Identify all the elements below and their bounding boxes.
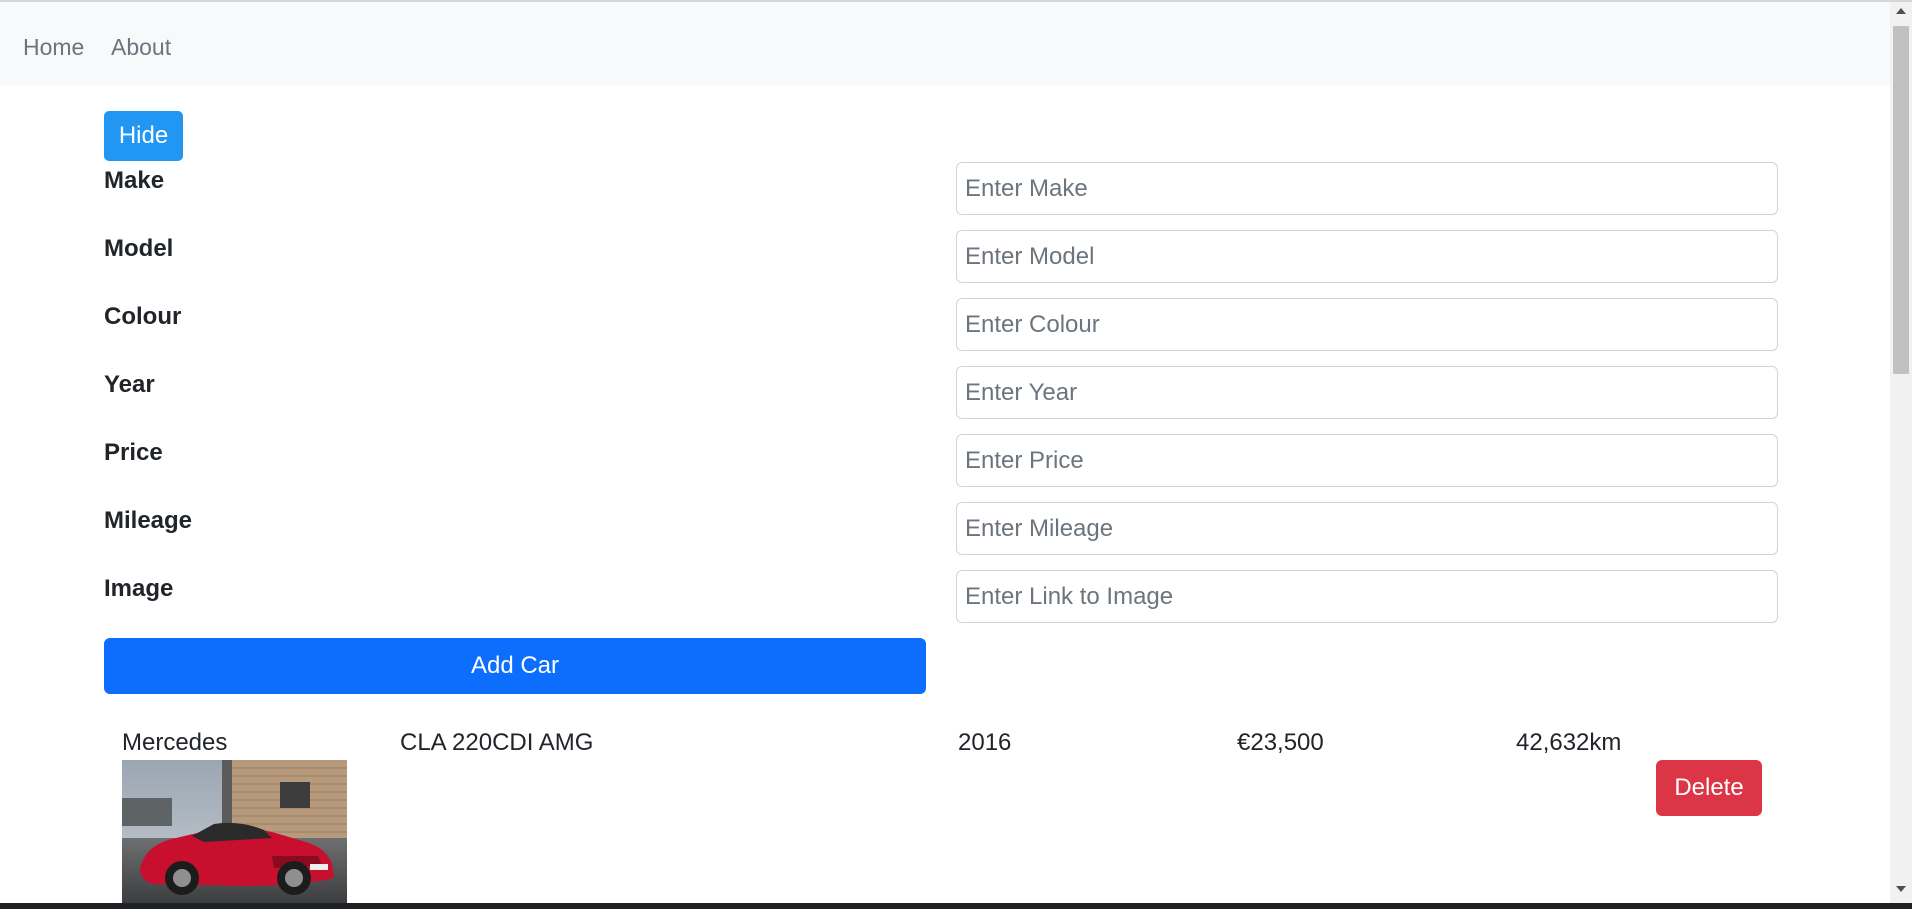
colour-input[interactable] xyxy=(956,298,1778,351)
nav-link-home[interactable]: Home xyxy=(23,32,84,62)
scrollbar-thumb[interactable] xyxy=(1893,26,1909,374)
car-image xyxy=(122,760,347,903)
model-label: Model xyxy=(104,235,174,262)
price-input[interactable] xyxy=(956,434,1778,487)
car-model: CLA 220CDI AMG xyxy=(400,729,594,756)
year-input[interactable] xyxy=(956,366,1778,419)
colour-label: Colour xyxy=(104,303,182,330)
window-bottom-border xyxy=(0,903,1912,909)
navbar: Home About xyxy=(0,2,1890,86)
delete-button[interactable]: Delete xyxy=(1656,760,1762,816)
car-year: 2016 xyxy=(958,729,1012,756)
scroll-down-arrow-icon[interactable] xyxy=(1896,886,1906,892)
make-input[interactable] xyxy=(956,162,1778,215)
add-car-button[interactable]: Add Car xyxy=(104,638,926,694)
price-label: Price xyxy=(104,439,163,466)
scroll-up-arrow-icon[interactable] xyxy=(1896,8,1906,14)
model-input[interactable] xyxy=(956,230,1778,283)
year-label: Year xyxy=(104,371,155,398)
hide-button[interactable]: Hide xyxy=(104,111,183,161)
make-label: Make xyxy=(104,167,165,194)
image-label: Image xyxy=(104,575,174,602)
car-mileage: 42,632km xyxy=(1516,729,1622,756)
car-make: Mercedes xyxy=(122,729,228,756)
mileage-label: Mileage xyxy=(104,507,193,534)
car-price: €23,500 xyxy=(1237,729,1324,756)
vertical-scrollbar[interactable] xyxy=(1890,2,1912,903)
mileage-input[interactable] xyxy=(956,502,1778,555)
nav-link-about[interactable]: About xyxy=(111,32,171,62)
image-link-input[interactable] xyxy=(956,570,1778,623)
